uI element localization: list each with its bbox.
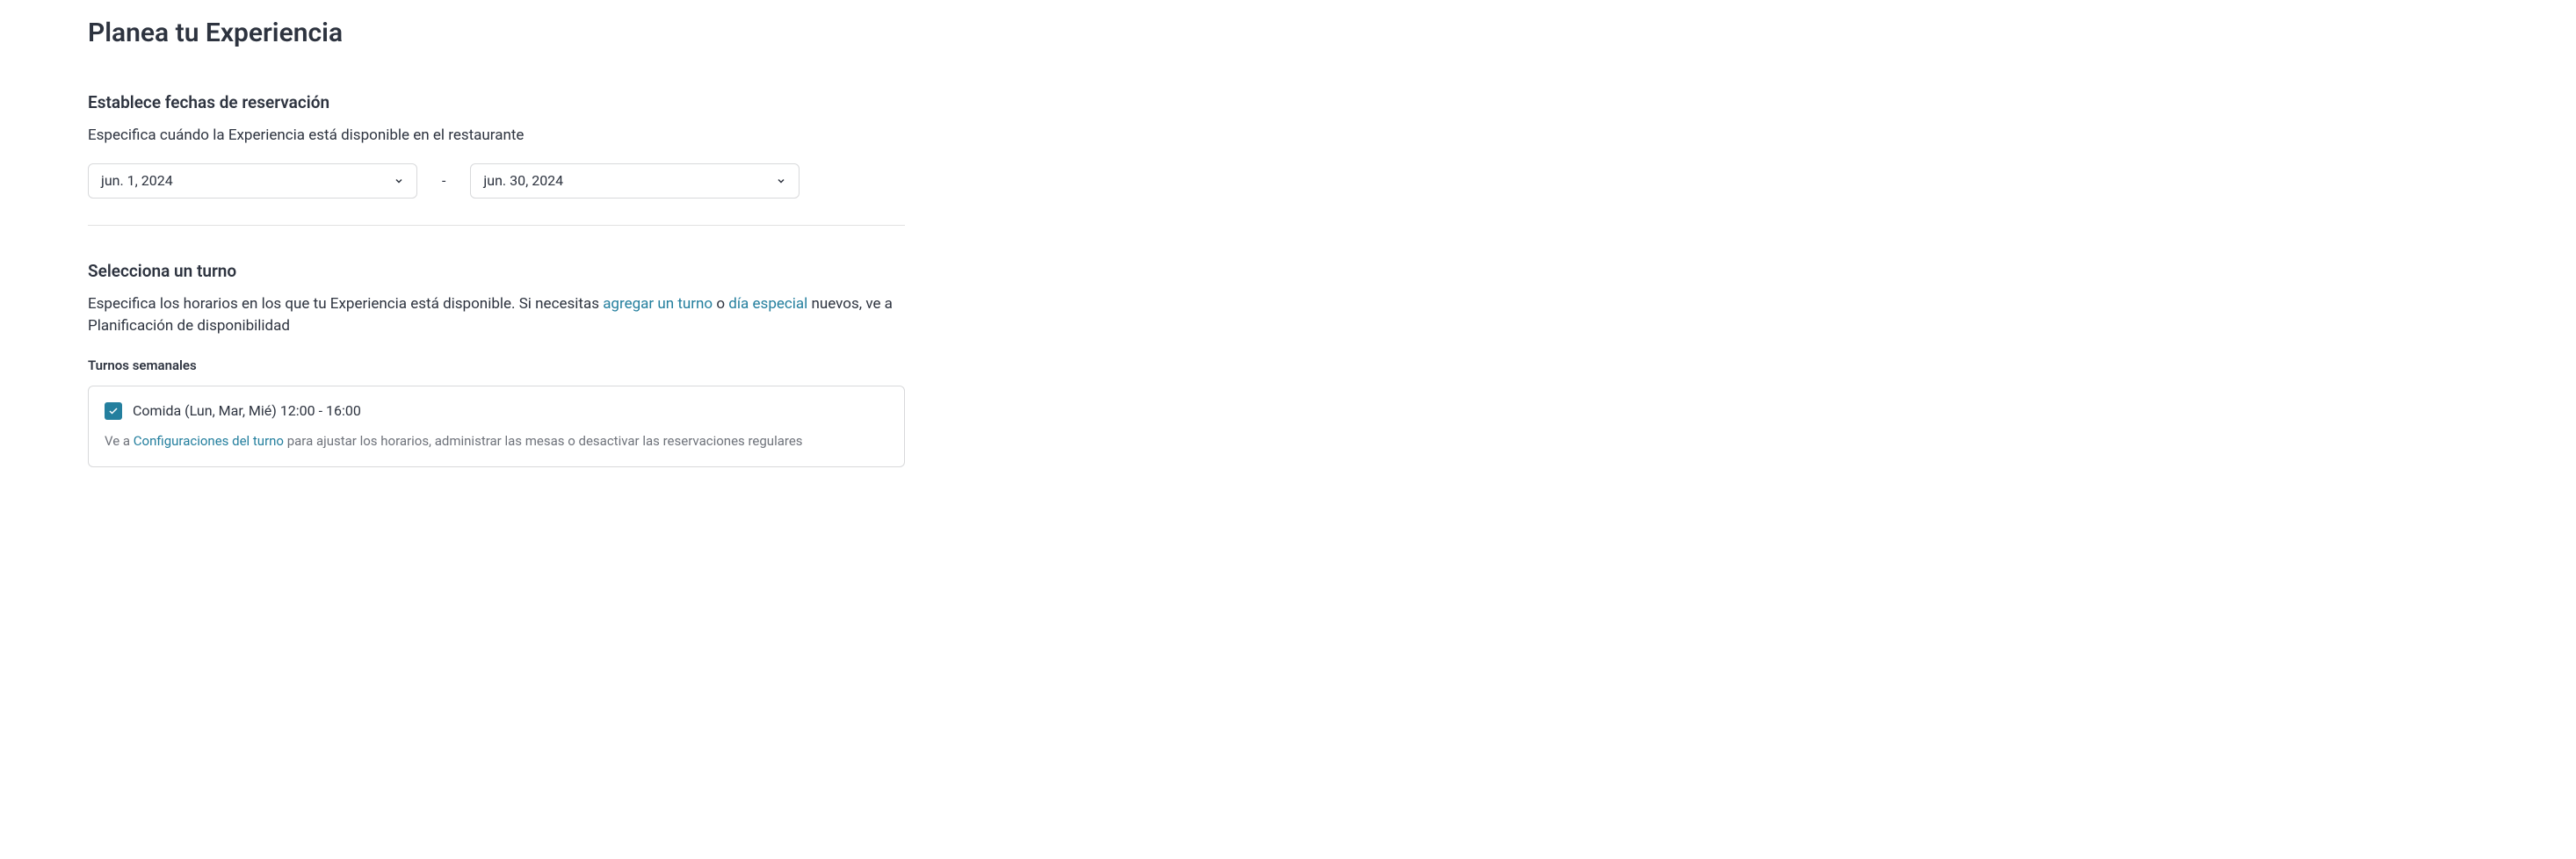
add-shift-link[interactable]: agregar un turno: [603, 295, 713, 313]
weekly-shifts-heading: Turnos semanales: [88, 357, 905, 373]
end-date-select[interactable]: jun. 30, 2024: [470, 163, 800, 199]
special-day-link[interactable]: día especial: [728, 295, 807, 313]
chevron-down-icon: [394, 176, 404, 186]
checkmark-icon: [108, 406, 119, 416]
dates-heading: Establece fechas de reservación: [88, 92, 905, 112]
shift-help-prefix: Ve a: [105, 433, 134, 449]
shift-card: Comida (Lun, Mar, Mié) 12:00 - 16:00 Ve …: [88, 386, 905, 467]
shift-help-text: Ve a Configuraciones del turno para ajus…: [105, 432, 888, 451]
reservation-dates-section: Establece fechas de reservación Especifi…: [88, 92, 905, 226]
chevron-down-icon: [776, 176, 786, 186]
start-date-value: jun. 1, 2024: [101, 172, 173, 189]
shift-header-row: Comida (Lun, Mar, Mié) 12:00 - 16:00: [105, 402, 888, 420]
date-separator: -: [435, 172, 452, 189]
shift-label: Comida (Lun, Mar, Mié) 12:00 - 16:00: [133, 402, 361, 419]
page-title: Planea tu Experiencia: [88, 18, 905, 48]
end-date-value: jun. 30, 2024: [483, 172, 563, 189]
shift-settings-link[interactable]: Configuraciones del turno: [134, 433, 284, 449]
section-divider: [88, 225, 905, 226]
date-range-row: jun. 1, 2024 - jun. 30, 2024: [88, 163, 905, 199]
select-shift-section: Selecciona un turno Especifica los horar…: [88, 261, 905, 467]
shifts-description-text: Especifica los horarios en los que tu Ex…: [88, 295, 603, 313]
shift-help-suffix: para ajustar los horarios, administrar l…: [284, 433, 803, 449]
start-date-select[interactable]: jun. 1, 2024: [88, 163, 417, 199]
shifts-description: Especifica los horarios en los que tu Ex…: [88, 293, 905, 338]
shifts-description-or: o: [713, 295, 728, 313]
dates-description: Especifica cuándo la Experiencia está di…: [88, 125, 905, 148]
shift-checkbox[interactable]: [105, 402, 122, 420]
shifts-heading: Selecciona un turno: [88, 261, 905, 281]
